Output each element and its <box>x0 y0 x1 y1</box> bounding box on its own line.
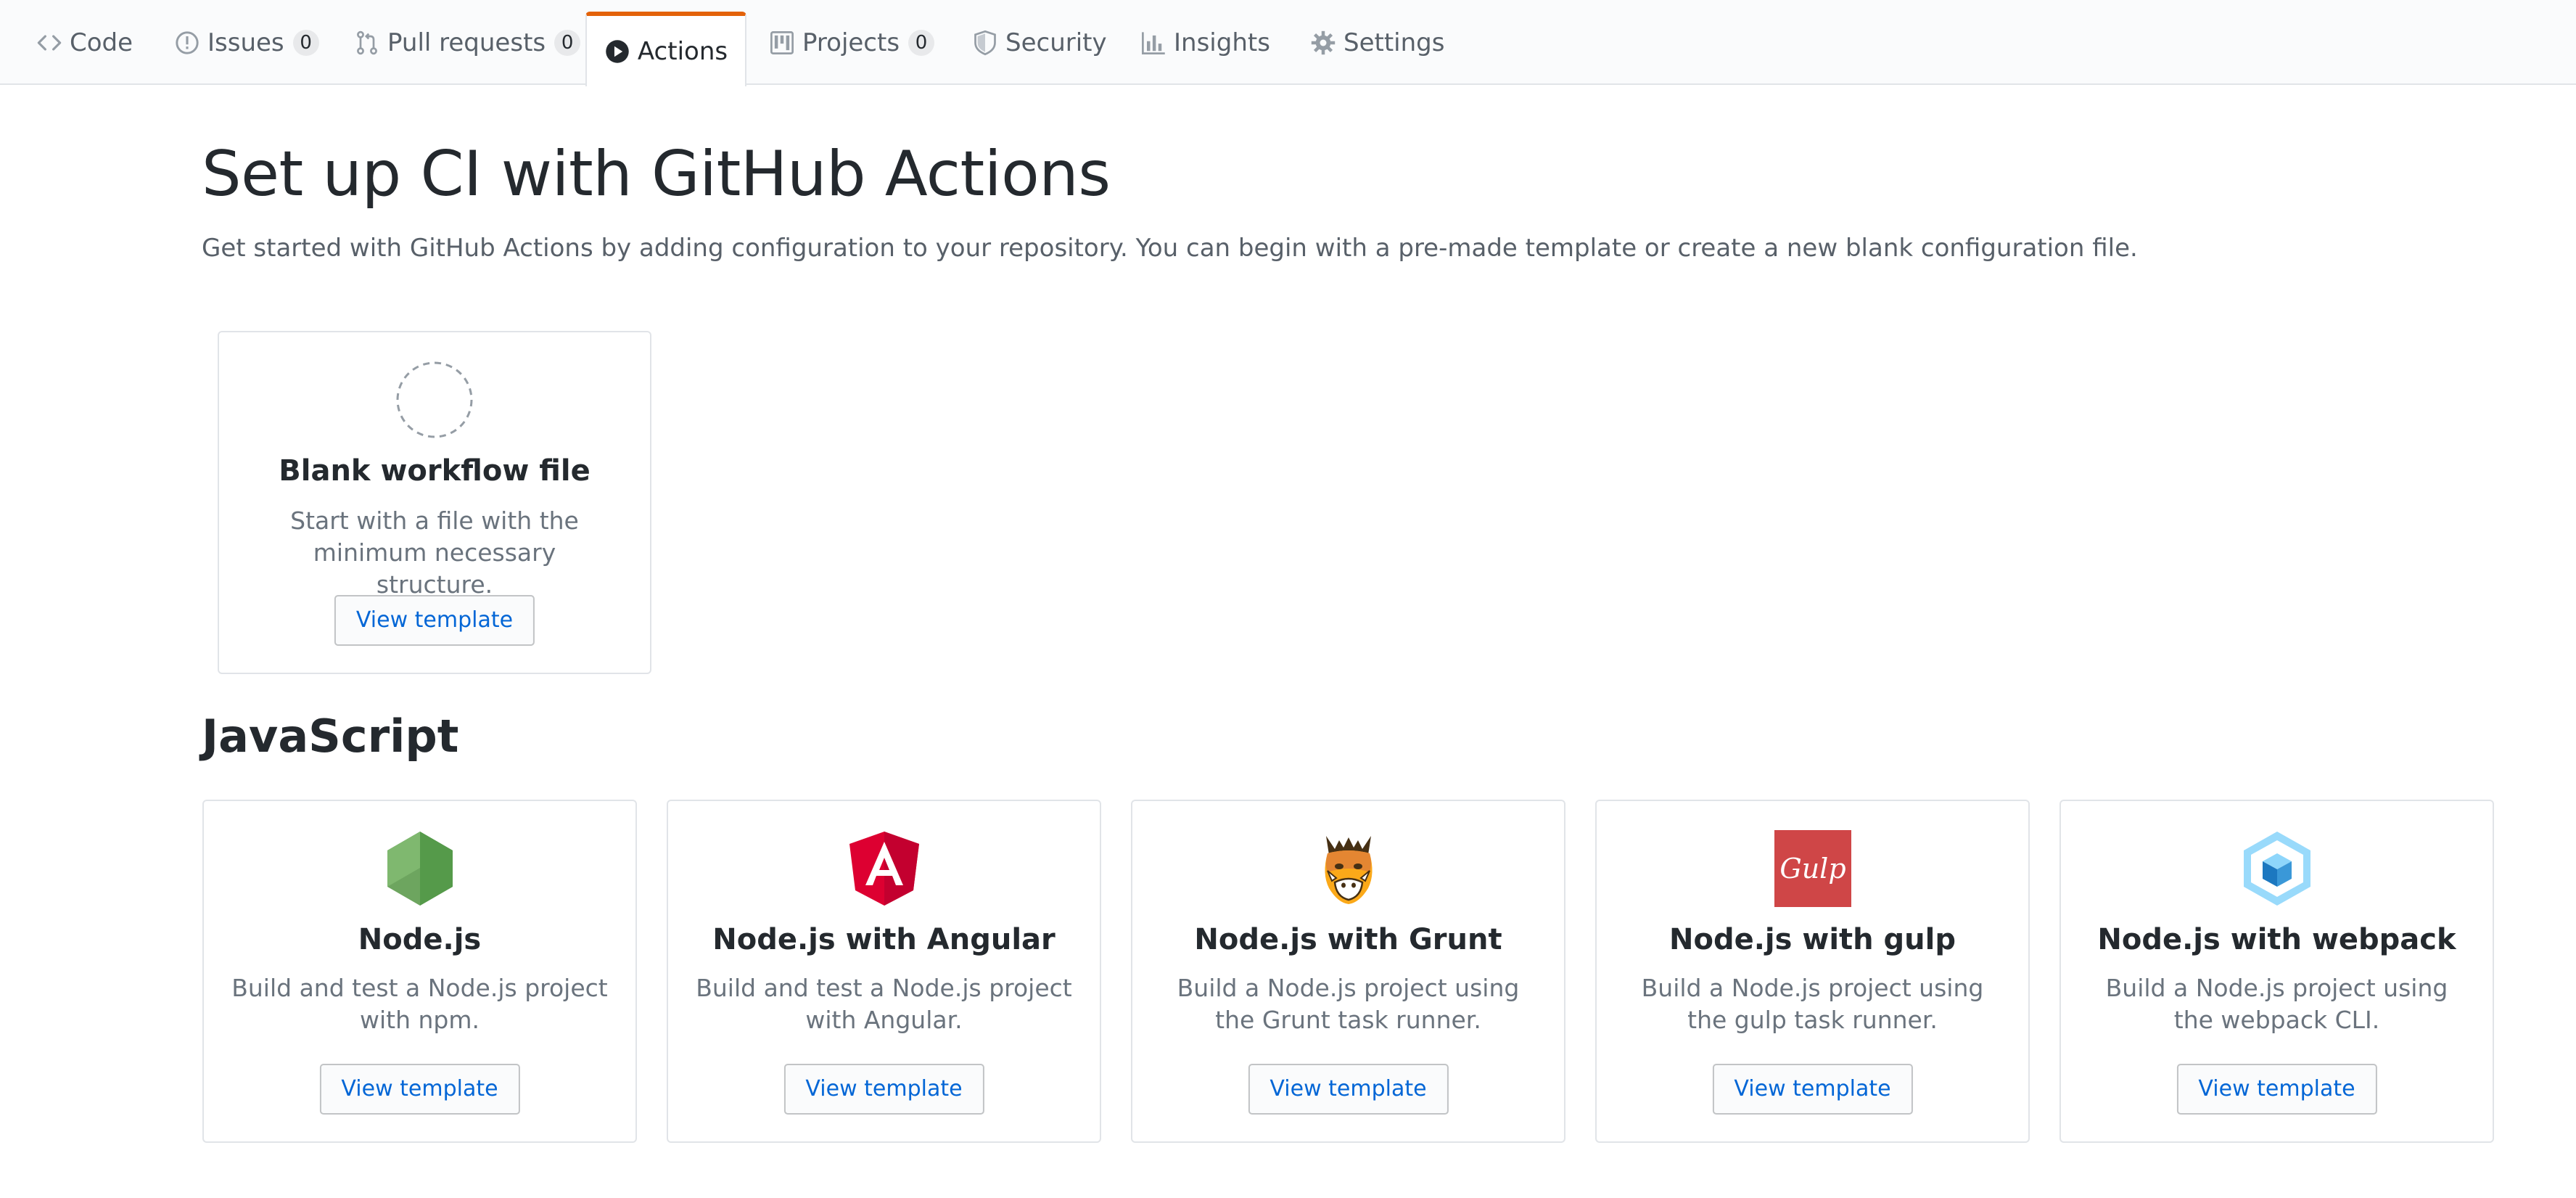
tab-label: Insights <box>1174 28 1270 57</box>
card-title: Blank workflow file <box>279 454 590 488</box>
angular-logo-icon <box>846 830 923 907</box>
card-title: Node.js <box>358 923 482 956</box>
view-template-button[interactable]: View template <box>783 1064 984 1115</box>
pull-request-icon <box>354 30 380 56</box>
view-template-button[interactable]: View template <box>319 1064 520 1115</box>
card-description: Build a Node.js project using the gulp t… <box>1641 974 1984 1034</box>
card-description: Build and test a Node.js project with np… <box>231 974 608 1034</box>
tab-settings[interactable]: Settings <box>1310 0 1444 85</box>
tab-label: Issues <box>207 28 284 57</box>
nodejs-logo-icon <box>382 830 458 907</box>
dashed-circle-icon <box>396 361 473 438</box>
tab-insights[interactable]: Insights <box>1140 0 1270 85</box>
tab-label: Pull requests <box>387 28 546 57</box>
gear-icon <box>1310 30 1336 56</box>
counter-badge: 0 <box>292 29 319 56</box>
view-template-button[interactable]: View template <box>2176 1064 2377 1115</box>
tab-pull-requests[interactable]: Pull requests 0 <box>354 0 581 85</box>
tab-code[interactable]: Code <box>36 0 133 85</box>
repo-nav-tabs: Code Issues 0 Pull requests 0 Actions Pr… <box>0 0 2576 86</box>
template-card-angular: Node.js with Angular Build and test a No… <box>667 800 1101 1143</box>
card-title: Node.js with gulp <box>1669 923 1956 956</box>
gulp-logo-icon: Gulp <box>1774 830 1851 907</box>
template-card-webpack: Node.js with webpack Build a Node.js pro… <box>2059 800 2494 1143</box>
view-template-button[interactable]: View template <box>334 595 535 646</box>
tab-label: Security <box>1005 28 1107 57</box>
blank-workflow-card: Blank workflow file Start with a file wi… <box>218 331 651 674</box>
tab-label: Settings <box>1343 28 1445 57</box>
tab-label: Actions <box>637 36 728 66</box>
card-description: Build and test a Node.js project with An… <box>696 974 1072 1034</box>
section-title: JavaScript <box>202 710 459 763</box>
counter-badge: 0 <box>908 29 935 56</box>
card-title: Node.js with Grunt <box>1194 923 1502 956</box>
grunt-logo-icon <box>1310 830 1387 907</box>
code-icon <box>36 30 62 56</box>
play-icon <box>604 38 630 65</box>
project-icon <box>769 30 795 56</box>
tab-actions[interactable]: Actions <box>585 12 746 86</box>
page-title: Set up CI with GitHub Actions <box>202 138 1111 210</box>
issue-icon <box>174 30 200 56</box>
tab-label: Code <box>70 28 133 57</box>
tab-projects[interactable]: Projects 0 <box>769 0 935 85</box>
card-description: Start with a file with the minimum neces… <box>290 506 579 599</box>
view-template-button[interactable]: View template <box>1248 1064 1449 1115</box>
card-title: Node.js with webpack <box>2097 923 2456 956</box>
template-card-gulp: Gulp Node.js with gulp Build a Node.js p… <box>1595 800 2030 1143</box>
view-template-button[interactable]: View template <box>1712 1064 1913 1115</box>
counter-badge: 0 <box>554 29 581 56</box>
card-description: Build a Node.js project using the webpac… <box>2105 974 2448 1034</box>
shield-icon <box>972 30 998 56</box>
page-description: Get started with GitHub Actions by addin… <box>202 234 2138 263</box>
tab-security[interactable]: Security <box>972 0 1107 85</box>
template-card-nodejs: Node.js Build and test a Node.js project… <box>202 800 637 1143</box>
card-description: Build a Node.js project using the Grunt … <box>1177 974 1520 1034</box>
svg-text:Gulp: Gulp <box>1779 853 1845 885</box>
webpack-logo-icon <box>2239 830 2316 907</box>
template-card-grunt: Node.js with Grunt Build a Node.js proje… <box>1131 800 1565 1143</box>
card-title: Node.js with Angular <box>712 923 1055 956</box>
tab-issues[interactable]: Issues 0 <box>174 0 319 85</box>
tab-label: Projects <box>802 28 900 57</box>
graph-icon <box>1140 30 1166 56</box>
